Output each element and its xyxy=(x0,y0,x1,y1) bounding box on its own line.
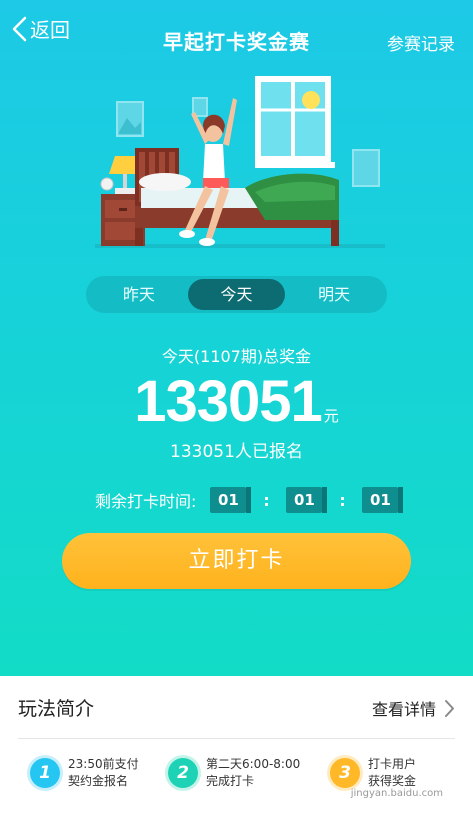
countdown-seconds: 01 xyxy=(362,487,404,513)
step-number-2: 2 xyxy=(168,758,198,788)
tab-tomorrow[interactable]: 明天 xyxy=(285,279,383,310)
rule-step-1: 1 23:50前支付 契约金报名 xyxy=(30,756,139,790)
rules-title: 玩法简介 xyxy=(18,698,95,720)
countdown-label: 剩余打卡时间: xyxy=(95,492,197,511)
step-1-line2: 契约金报名 xyxy=(68,774,129,788)
prize-period-label: 今天(1107期)总奖金 xyxy=(161,347,312,366)
prize-unit: 元 xyxy=(323,407,339,425)
tab-today[interactable]: 今天 xyxy=(187,279,286,310)
hero-section: 返回 早起打卡奖金赛 参赛记录 昨天 今天 明天 今天(1107期)总奖金 13… xyxy=(0,0,473,676)
chevron-right-icon xyxy=(445,699,454,717)
divider xyxy=(18,738,455,739)
view-details-link[interactable]: 查看详情 xyxy=(372,696,455,720)
step-1-line1: 23:50前支付 xyxy=(68,757,139,771)
morning-illustration xyxy=(95,76,385,248)
step-text-2: 第二天6:00-8:00 完成打卡 xyxy=(206,756,300,790)
step-2-line2: 完成打卡 xyxy=(206,774,255,788)
day-tabs: 昨天 今天 明天 xyxy=(86,276,387,313)
step-number-3: 3 xyxy=(330,758,360,788)
step-text-1: 23:50前支付 契约金报名 xyxy=(68,756,139,790)
rule-step-3: 3 打卡用户 获得奖金 xyxy=(330,756,416,790)
rule-step-2: 2 第二天6:00-8:00 完成打卡 xyxy=(168,756,300,790)
watermark: jingyan.baidu.com xyxy=(350,788,443,799)
prize-amount-wrap: 133051 元 xyxy=(0,368,473,435)
rules-section: 玩法简介 查看详情 1 23:50前支付 契约金报名 2 第二天6:00-8:0… xyxy=(0,676,473,819)
step-2-line1: 第二天6:00-8:00 xyxy=(206,757,301,771)
prize-amount: 133051 xyxy=(134,369,323,434)
top-bar: 返回 早起打卡奖金赛 参赛记录 xyxy=(0,0,473,80)
countdown-separator: : xyxy=(263,490,270,510)
countdown: 剩余打卡时间: 01 : 01 : 01 xyxy=(95,487,404,513)
countdown-separator: : xyxy=(339,490,346,510)
step-number-1: 1 xyxy=(30,758,60,788)
countdown-minutes: 01 xyxy=(286,487,328,513)
step-3-line1: 打卡用户 xyxy=(368,757,417,771)
rules-steps: 1 23:50前支付 契约金报名 2 第二天6:00-8:00 完成打卡 3 打… xyxy=(0,756,473,816)
records-link[interactable]: 参赛记录 xyxy=(387,30,455,55)
signed-up-count: 133051人已报名 xyxy=(170,442,303,462)
view-details-label: 查看详情 xyxy=(371,700,436,719)
check-in-button[interactable]: 立即打卡 xyxy=(62,533,411,589)
tab-yesterday[interactable]: 昨天 xyxy=(90,279,188,310)
step-text-3: 打卡用户 获得奖金 xyxy=(368,756,416,790)
countdown-hours: 01 xyxy=(210,487,252,513)
